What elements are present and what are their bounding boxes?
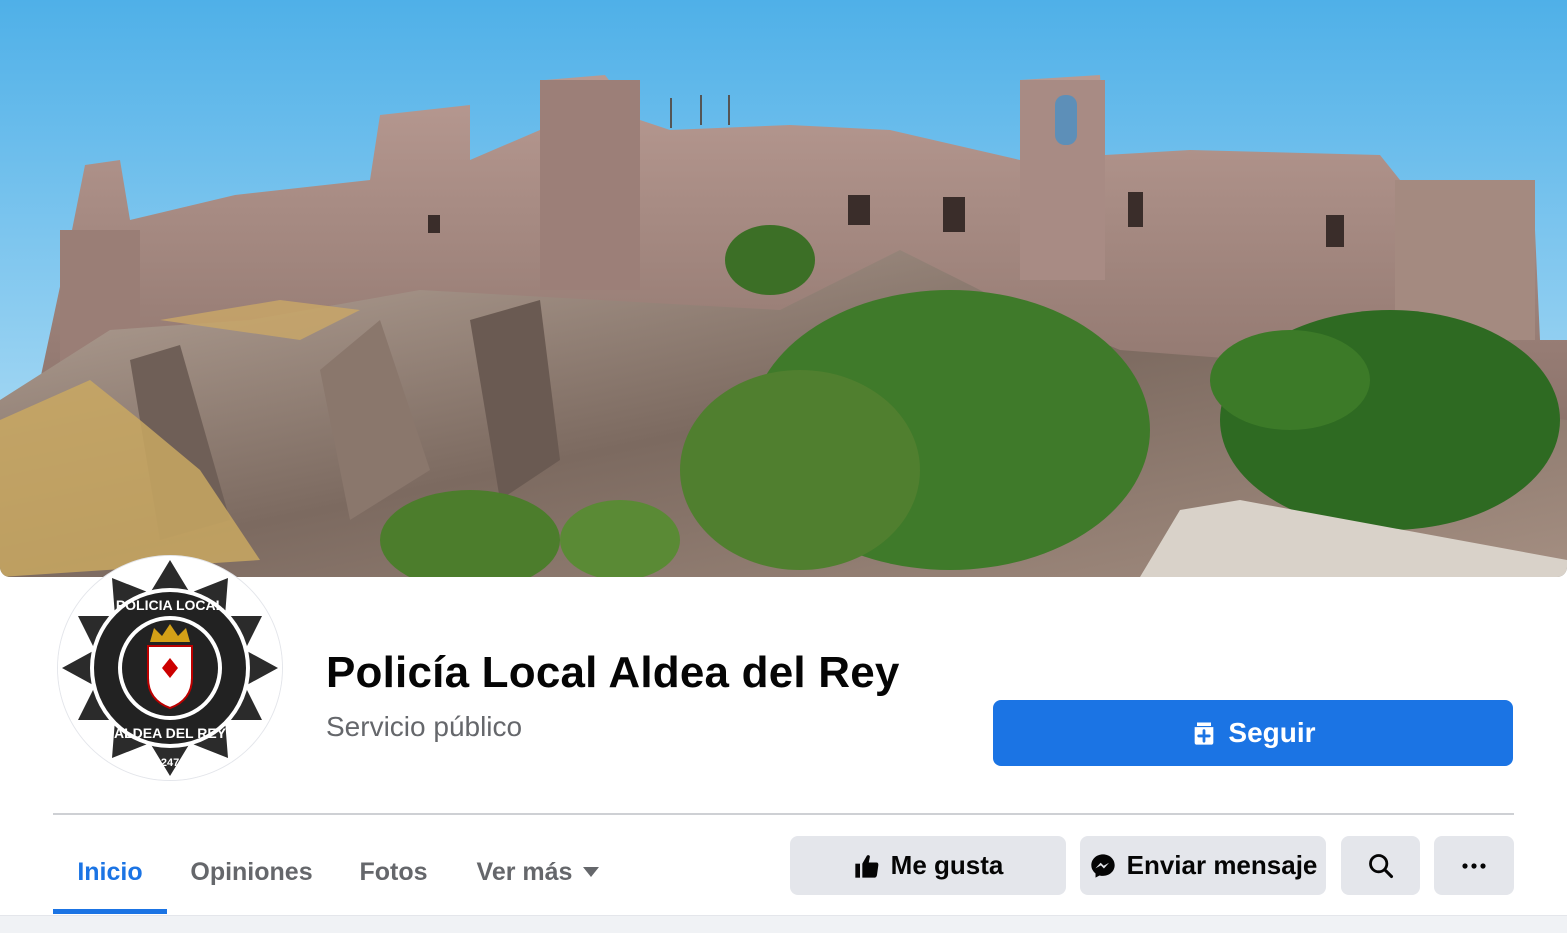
follow-label: Seguir xyxy=(1228,717,1316,748)
castle-cover-image xyxy=(0,0,1567,577)
tab-inicio[interactable]: Inicio xyxy=(53,832,167,912)
active-tab-indicator xyxy=(53,909,167,914)
tab-opiniones[interactable]: Opiniones xyxy=(180,832,323,912)
follow-icon xyxy=(1195,722,1214,745)
police-badge-logo: POLICIA LOCAL ALDEA DEL REY 247 xyxy=(58,556,282,780)
tab-label: Inicio xyxy=(77,857,143,886)
send-message-label: Enviar mensaje xyxy=(1126,850,1318,880)
send-message-button[interactable]: Enviar mensaje xyxy=(1080,836,1326,895)
page-background-strip xyxy=(0,915,1567,933)
cover-photo[interactable] xyxy=(0,0,1567,577)
like-button[interactable]: Me gusta xyxy=(790,836,1066,895)
tab-fotos[interactable]: Fotos xyxy=(345,832,442,912)
tab-label: Opiniones xyxy=(190,857,313,886)
tab-label: Ver más xyxy=(476,857,573,886)
messenger-icon xyxy=(1090,853,1115,878)
badge-bottom-text: ALDEA DEL REY xyxy=(114,725,227,741)
like-label: Me gusta xyxy=(890,850,1004,880)
tab-label: Fotos xyxy=(359,857,428,886)
badge-top-text: POLICIA LOCAL xyxy=(116,597,225,613)
page-category[interactable]: Servicio público xyxy=(326,711,522,743)
search-icon xyxy=(1368,853,1393,878)
page-avatar[interactable]: POLICIA LOCAL ALDEA DEL REY 247 xyxy=(58,556,282,780)
tab-ver-mas[interactable]: Ver más xyxy=(466,832,611,912)
badge-number: 247 xyxy=(161,757,179,769)
search-button[interactable] xyxy=(1341,836,1420,895)
more-icon xyxy=(1462,862,1486,869)
follow-button[interactable]: Seguir xyxy=(993,700,1513,766)
more-options-button[interactable] xyxy=(1434,836,1514,895)
header-divider xyxy=(53,813,1514,815)
page-title: Policía Local Aldea del Rey xyxy=(326,648,900,697)
thumbs-up-icon xyxy=(854,854,879,878)
caret-down-icon xyxy=(583,867,600,877)
